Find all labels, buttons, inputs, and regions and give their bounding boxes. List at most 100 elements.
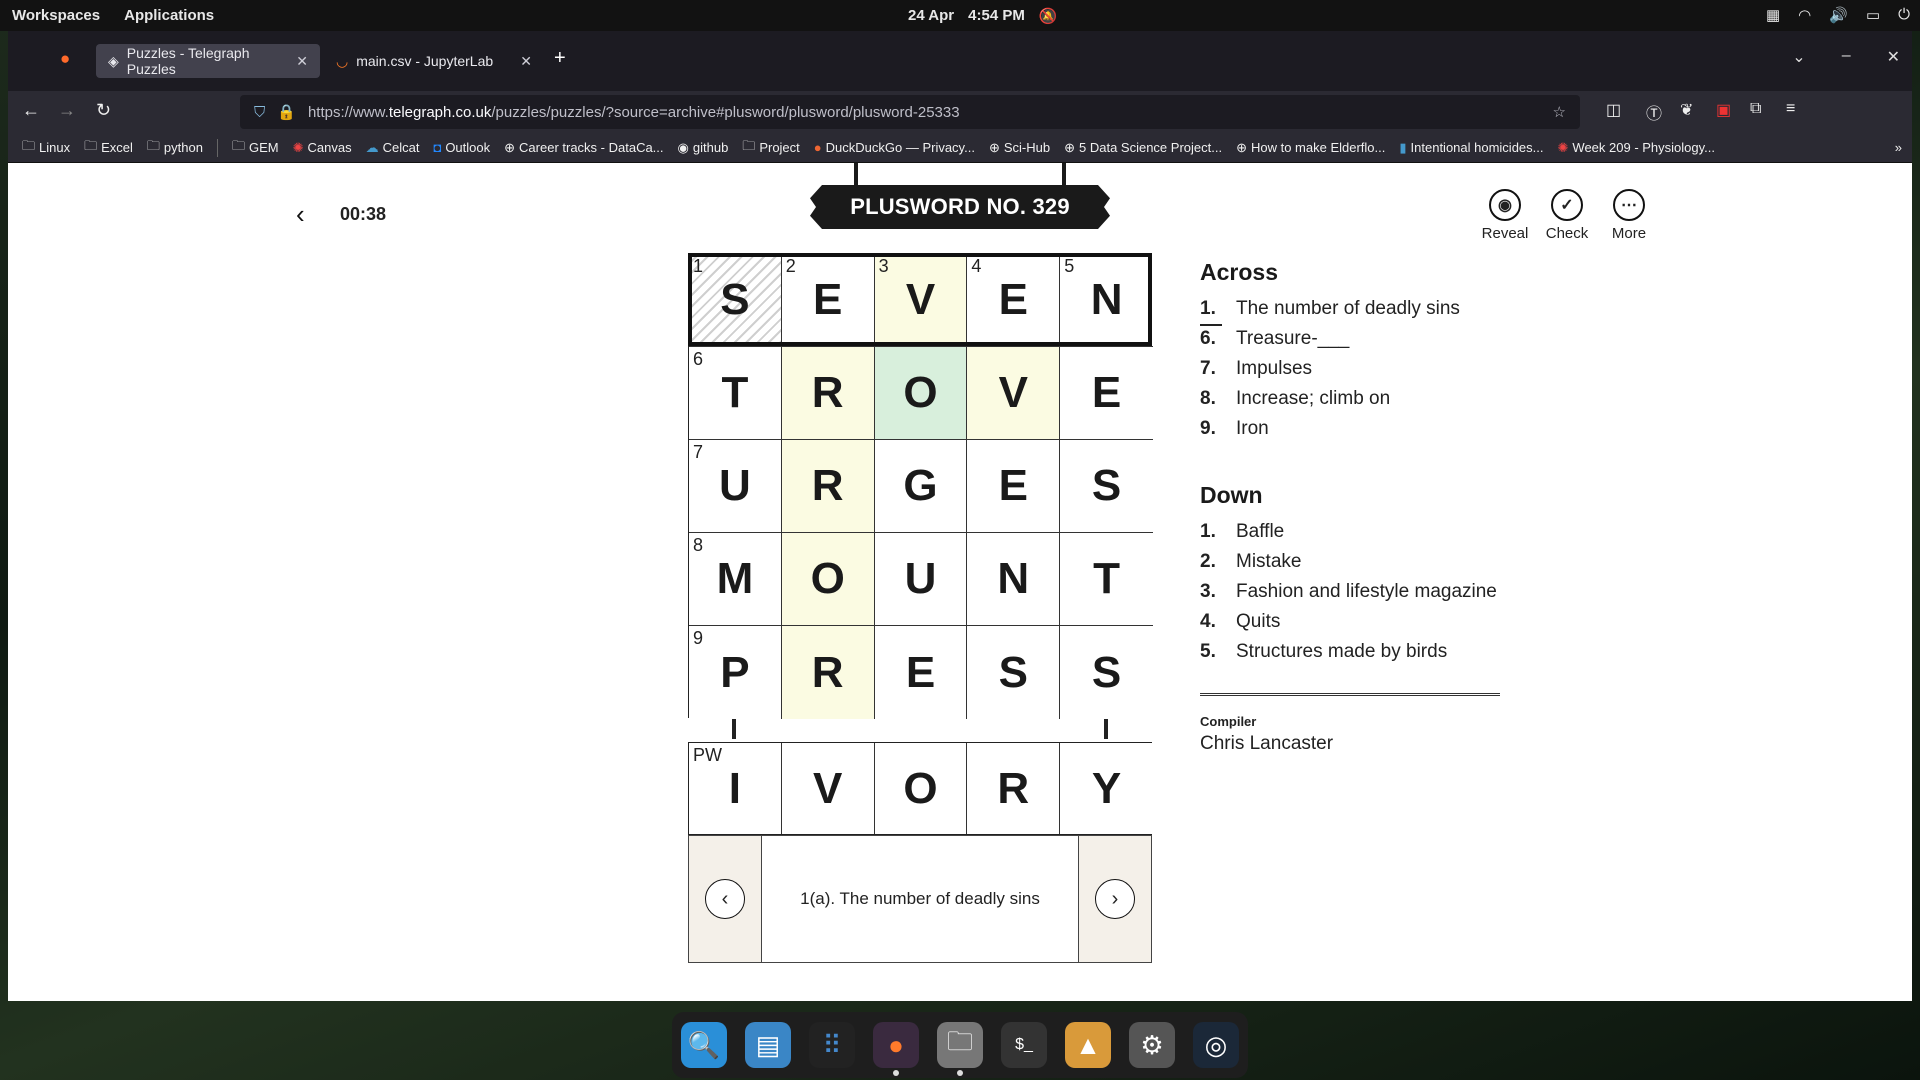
list-tabs-icon[interactable]: ⌄ xyxy=(1792,47,1805,67)
across-clue[interactable]: 1. The number of deadly sins xyxy=(1200,294,1520,326)
app-grid-icon[interactable]: ⠿ xyxy=(809,1022,855,1068)
grid-cell[interactable]: 7U xyxy=(689,440,782,533)
grid-cell[interactable]: O xyxy=(874,347,968,440)
forward-icon[interactable]: → xyxy=(58,100,76,121)
clock[interactable]: 24 Apr 4:54 PM 🔕 xyxy=(908,7,1058,25)
tab-close-icon[interactable]: ✕ xyxy=(520,53,532,70)
bookmark-folder-project[interactable]: 🗀 Project xyxy=(742,137,799,159)
grid-cell[interactable]: R xyxy=(781,626,875,719)
grid-cell[interactable]: 9P xyxy=(689,626,782,719)
plusword-cell[interactable]: R xyxy=(967,743,1061,834)
search-app-icon[interactable]: 🔍 xyxy=(681,1022,727,1068)
grid-cell[interactable]: S xyxy=(967,626,1061,719)
bookmark-outlook[interactable]: ◘ Outlook xyxy=(433,140,490,155)
grid-cell[interactable]: 1S xyxy=(689,254,782,347)
next-clue-button[interactable]: › xyxy=(1079,836,1151,962)
grid-cell[interactable]: R xyxy=(781,440,875,533)
plusword-cell[interactable]: Y xyxy=(1060,743,1153,834)
firefox-dock-icon[interactable]: ● xyxy=(873,1022,919,1076)
down-clue[interactable]: 3. Fashion and lifestyle magazine xyxy=(1200,577,1520,607)
bookmark-celcat[interactable]: ☁ Celcat xyxy=(366,140,420,156)
bookmark-week-209[interactable]: ✺ Week 209 - Physiology... xyxy=(1558,140,1716,156)
down-clue[interactable]: 1. Baffle xyxy=(1200,517,1520,547)
workspace-app-icon[interactable]: ▤ xyxy=(745,1022,791,1068)
across-clue[interactable]: 6. Treasure-___ xyxy=(1200,324,1520,354)
files-app-icon[interactable]: 🗀 xyxy=(937,1022,983,1076)
grid-cell[interactable]: S xyxy=(1060,626,1153,719)
bookmark-duckduckgo[interactable]: ● DuckDuckGo — Privacy... xyxy=(814,140,975,155)
grid-cell[interactable]: O xyxy=(781,533,875,626)
store-app-icon[interactable]: ▲ xyxy=(1065,1022,1111,1068)
grid-cell[interactable]: E xyxy=(874,626,968,719)
applications-button[interactable]: Applications xyxy=(124,7,214,24)
url-bar[interactable]: ⛉ 🔒 https://www.telegraph.co.uk/puzzles/… xyxy=(240,95,1580,129)
grid-cell[interactable]: 4E xyxy=(967,254,1061,347)
grid-cell[interactable]: V xyxy=(967,347,1061,440)
bookmark-folder-python[interactable]: 🗀 python xyxy=(147,137,203,159)
extensions-icon[interactable]: ⧉ xyxy=(1750,100,1761,118)
across-clue[interactable]: 7. Impulses xyxy=(1200,354,1520,384)
grid-cell[interactable]: 6T xyxy=(689,347,782,440)
more-button[interactable]: ⋯ More xyxy=(1606,189,1652,242)
extension-leaf-icon[interactable]: ❦ xyxy=(1680,100,1693,120)
bookmark-folder-gem[interactable]: 🗀 GEM xyxy=(232,137,279,159)
grid-cell[interactable]: 3V xyxy=(874,254,968,347)
grid-cell[interactable]: E xyxy=(967,440,1061,533)
grid-cell[interactable]: U xyxy=(874,533,968,626)
close-window-icon[interactable]: ✕ xyxy=(1887,47,1900,67)
across-clue[interactable]: 9. Iron xyxy=(1200,414,1520,444)
battery-icon[interactable]: ▭ xyxy=(1866,6,1880,24)
back-chevron-icon[interactable]: ‹ xyxy=(296,199,305,230)
settings-gear-icon[interactable]: ⚙ xyxy=(1129,1022,1175,1068)
grid-cell[interactable]: E xyxy=(1060,347,1153,440)
reveal-button[interactable]: ◉ Reveal xyxy=(1482,189,1528,242)
tab-jupyterlab[interactable]: ◡ main.csv - JupyterLab ✕ xyxy=(324,44,544,78)
tab-close-icon[interactable]: ✕ xyxy=(296,53,308,70)
previous-clue-button[interactable]: ‹ xyxy=(689,836,761,962)
grid-cell[interactable]: N xyxy=(967,533,1061,626)
more-bookmarks-icon[interactable]: » xyxy=(1895,140,1912,155)
plusword-cell[interactable]: O xyxy=(874,743,968,834)
down-clue[interactable]: 5. Structures made by birds xyxy=(1200,637,1520,667)
reload-icon[interactable]: ↻ xyxy=(96,100,111,121)
bookmark-folder-linux[interactable]: 🗀 Linux xyxy=(22,137,70,159)
bookmark-elderflower[interactable]: ⊕ How to make Elderflo... xyxy=(1236,140,1385,156)
power-icon[interactable]: ⏻ xyxy=(1898,6,1910,24)
grid-cell[interactable]: G xyxy=(874,440,968,533)
grid-cell[interactable]: 8M xyxy=(689,533,782,626)
back-icon[interactable]: ← xyxy=(22,100,40,121)
layout-icon[interactable]: ▦ xyxy=(1766,6,1780,24)
bookmark-intentional-homicides[interactable]: ▮ Intentional homicides... xyxy=(1399,140,1543,156)
bookmark-star-icon[interactable]: ☆ xyxy=(1553,103,1566,121)
pocket-icon[interactable]: ◫ xyxy=(1606,100,1621,120)
bookmark-github[interactable]: ◉ github xyxy=(678,140,729,156)
across-clue[interactable]: 8. Increase; climb on xyxy=(1200,384,1520,414)
menu-icon[interactable]: ≡ xyxy=(1786,100,1795,118)
plusword-cell[interactable]: PW I xyxy=(689,743,782,834)
bookmark-data-science-projects[interactable]: ⊕ 5 Data Science Project... xyxy=(1064,140,1222,156)
bookmark-canvas[interactable]: ✺ Canvas xyxy=(293,140,352,156)
bookmark-folder-excel[interactable]: 🗀 Excel xyxy=(84,137,133,159)
grid-cell[interactable]: T xyxy=(1060,533,1153,626)
minimize-icon[interactable]: – xyxy=(1842,47,1851,67)
volume-icon[interactable]: 🔊 xyxy=(1829,6,1848,24)
grid-cell[interactable]: S xyxy=(1060,440,1153,533)
grid-cell[interactable]: 2E xyxy=(781,254,875,347)
bookmark-sci-hub[interactable]: ⊕ Sci-Hub xyxy=(989,140,1050,156)
steam-app-icon[interactable]: ◎ xyxy=(1193,1022,1239,1068)
down-clue[interactable]: 2. Mistake xyxy=(1200,547,1520,577)
bookmark-career-tracks[interactable]: ⊕ Career tracks - DataCa... xyxy=(504,140,663,156)
plusword-cell[interactable]: V xyxy=(781,743,875,834)
down-clue[interactable]: 4. Quits xyxy=(1200,607,1520,637)
extension-red-icon[interactable]: ▣ xyxy=(1716,100,1731,120)
workspaces-button[interactable]: Workspaces xyxy=(12,7,100,24)
wifi-icon[interactable]: ◠ xyxy=(1798,6,1811,24)
grid-cell[interactable]: 5N xyxy=(1060,254,1153,347)
extension-t-icon[interactable]: Ⓣ xyxy=(1646,100,1662,124)
lock-icon[interactable]: 🔒 xyxy=(277,103,296,121)
tab-telegraph-puzzles[interactable]: ◈ Puzzles - Telegraph Puzzles ✕ xyxy=(96,44,320,78)
new-tab-icon[interactable]: + xyxy=(554,47,566,70)
terminal-app-icon[interactable]: $_ xyxy=(1001,1022,1047,1068)
check-button[interactable]: ✓ Check xyxy=(1544,189,1590,242)
grid-cell[interactable]: R xyxy=(781,347,875,440)
